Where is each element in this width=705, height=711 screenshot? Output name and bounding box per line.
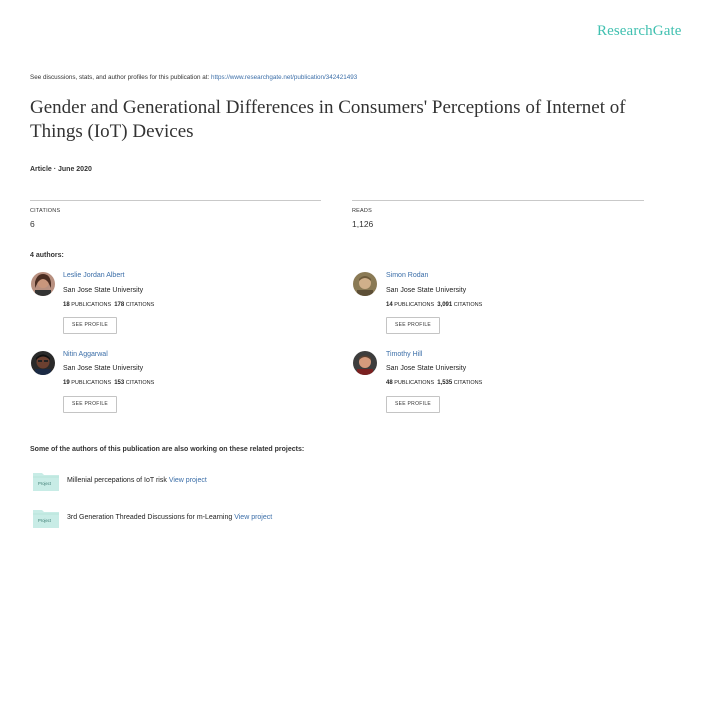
see-profile-button[interactable]: SEE PROFILE: [63, 317, 117, 334]
avatar[interactable]: [31, 351, 55, 375]
author-institution: San Jose State University: [386, 287, 467, 294]
publications-label: PUBLICATIONS: [71, 380, 112, 386]
view-project-link[interactable]: View project: [169, 477, 207, 484]
project-name: Millenial percepations of IoT risk: [67, 477, 167, 484]
publications-label: PUBLICATIONS: [394, 380, 435, 386]
project-line: 3rd Generation Threaded Discussions for …: [67, 514, 272, 521]
related-projects-heading: Some of the authors of this publication …: [30, 446, 305, 453]
see-profile-button[interactable]: SEE PROFILE: [63, 396, 117, 413]
citations-label: CITATIONS: [453, 380, 483, 386]
author-institution: San Jose State University: [63, 287, 144, 294]
see-discussions-line: See discussions, stats, and author profi…: [30, 74, 357, 81]
author-institution: San Jose State University: [386, 365, 467, 372]
researchgate-logo[interactable]: ResearchGate: [597, 23, 681, 40]
publications-count: 18: [63, 302, 70, 308]
citations-label: CITATIONS: [125, 380, 155, 386]
project-name: 3rd Generation Threaded Discussions for …: [67, 514, 233, 521]
publications-count: 19: [63, 380, 70, 386]
citations-count: 178: [114, 302, 125, 308]
author-stats: 14 PUBLICATIONS 3,091 CITATIONS: [386, 302, 482, 308]
project-folder-icon: Project: [32, 507, 60, 528]
avatar[interactable]: [31, 272, 55, 296]
avatar[interactable]: [353, 351, 377, 375]
publications-count: 48: [386, 380, 393, 386]
see-profile-button[interactable]: SEE PROFILE: [386, 396, 440, 413]
publication-meta: Article · June 2020: [30, 166, 92, 173]
citations-count: 153: [114, 380, 125, 386]
publications-count: 14: [386, 302, 393, 308]
reads-label: READS: [352, 208, 372, 214]
citations-label: CITATIONS: [453, 302, 483, 308]
project-icon-label: Project: [38, 518, 52, 523]
publication-title: Gender and Generational Differences in C…: [30, 97, 626, 142]
avatar[interactable]: [353, 272, 377, 296]
publications-label: PUBLICATIONS: [71, 302, 112, 308]
authors-heading: 4 authors:: [30, 252, 64, 259]
citations-divider: [30, 200, 321, 201]
project-folder-icon: Project: [32, 470, 60, 491]
citations-count: 1,535: [437, 380, 453, 386]
citations-label: CITATIONS: [125, 302, 155, 308]
author-stats: 18 PUBLICATIONS 178 CITATIONS: [63, 302, 154, 308]
author-name[interactable]: Nitin Aggarwal: [63, 351, 108, 358]
citations-count: 3,091: [437, 302, 453, 308]
author-name[interactable]: Simon Rodan: [386, 272, 428, 279]
reads-value: 1,126: [352, 219, 374, 229]
project-icon-label: Project: [38, 481, 52, 486]
citations-label: CITATIONS: [30, 208, 61, 214]
view-project-link[interactable]: View project: [234, 514, 272, 521]
author-stats: 48 PUBLICATIONS 1,535 CITATIONS: [386, 380, 482, 386]
see-profile-button[interactable]: SEE PROFILE: [386, 317, 440, 334]
see-line-prefix: See discussions, stats, and author profi…: [30, 74, 210, 81]
project-line: Millenial percepations of IoT risk View …: [67, 477, 207, 484]
publications-label: PUBLICATIONS: [394, 302, 435, 308]
author-name[interactable]: Leslie Jordan Albert: [63, 272, 124, 279]
publication-url-link[interactable]: https://www.researchgate.net/publication…: [211, 74, 357, 81]
author-stats: 19 PUBLICATIONS 153 CITATIONS: [63, 380, 154, 386]
author-institution: San Jose State University: [63, 365, 144, 372]
citations-value: 6: [30, 219, 35, 229]
reads-divider: [352, 200, 644, 201]
author-name[interactable]: Timothy Hill: [386, 351, 422, 358]
